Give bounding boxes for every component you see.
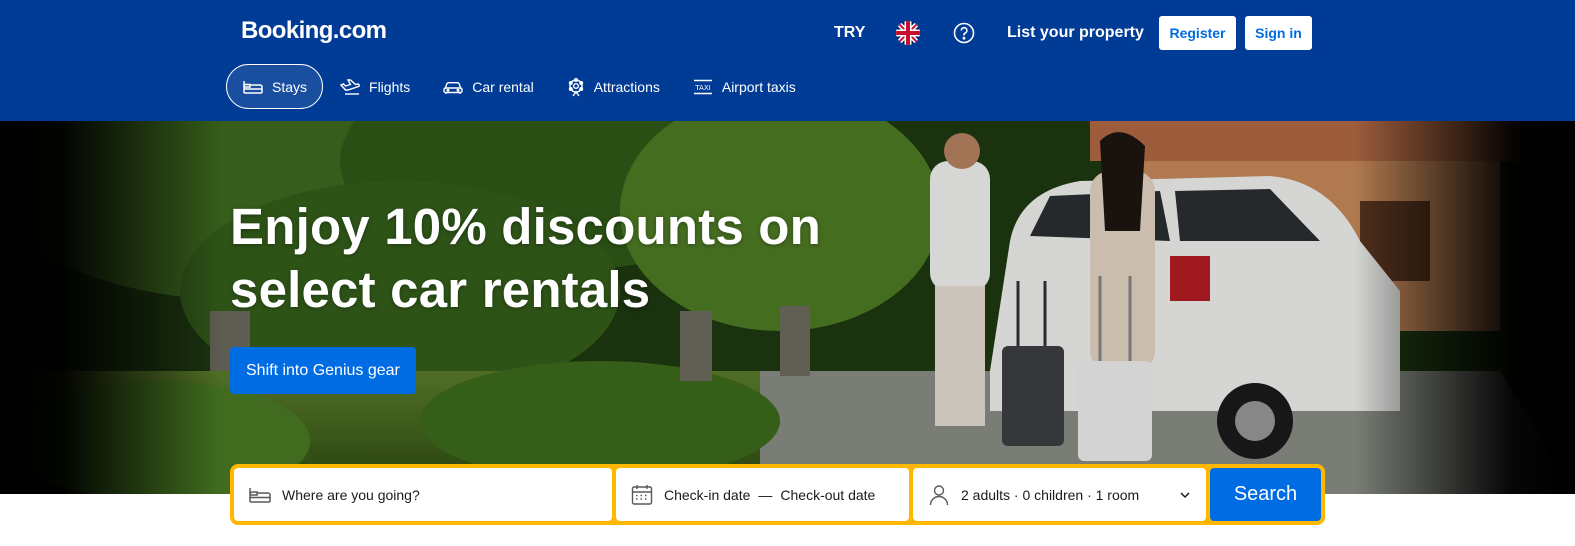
check-in-date: Check-in date	[664, 486, 751, 503]
plane-icon	[339, 78, 360, 95]
attractions-icon	[568, 77, 583, 96]
search-button[interactable]: Search	[1210, 468, 1321, 521]
tab-flights[interactable]: Flights	[323, 64, 426, 109]
calendar-icon	[631, 484, 653, 505]
check-out-date: Check-out date	[780, 486, 876, 503]
date-picker-field[interactable]: Check-in date — Check-out date	[616, 468, 909, 521]
uk-flag-icon[interactable]	[896, 21, 920, 45]
tab-attractions[interactable]: Attractions	[550, 64, 676, 109]
bed-icon	[249, 487, 271, 503]
tab-label: Attractions	[593, 78, 660, 95]
tab-label: Flights	[369, 78, 411, 95]
top-header: Booking.com TRY List your property Regis…	[0, 0, 1575, 121]
search-bar: Where are you going? Check-in date — Che…	[230, 464, 1325, 525]
tab-label: Car rental	[472, 78, 534, 95]
occupancy-selector[interactable]: 2 adults · 0 children · 1 room	[913, 468, 1206, 521]
taxi-icon: TAXI	[693, 79, 712, 94]
car-icon	[443, 81, 463, 94]
sign-in-button[interactable]: Sign in	[1244, 15, 1313, 51]
product-nav: Stays Flights Car rental Attractions TAX…	[226, 64, 812, 109]
tab-car-rental[interactable]: Car rental	[426, 64, 549, 109]
occupancy-summary: 2 adults · 0 children · 1 room	[961, 486, 1140, 503]
chevron-down-icon	[1180, 492, 1190, 499]
currency-selector[interactable]: TRY	[834, 24, 865, 42]
hero-headline: Enjoy 10% discounts on select car rental…	[230, 198, 821, 318]
bed-icon	[243, 80, 263, 94]
tab-stays[interactable]: Stays	[226, 64, 324, 109]
tab-airport-taxis[interactable]: TAXI Airport taxis	[676, 64, 812, 109]
hero-banner: Enjoy 10% discounts on select car rental…	[0, 121, 1575, 494]
tab-label: Airport taxis	[721, 78, 796, 95]
register-button[interactable]: Register	[1158, 15, 1237, 51]
help-icon[interactable]	[952, 21, 976, 45]
genius-cta-button[interactable]: Shift into Genius gear	[230, 347, 416, 394]
destination-input[interactable]: Where are you going?	[234, 468, 612, 521]
destination-placeholder: Where are you going?	[282, 486, 420, 503]
booking-logo[interactable]: Booking.com	[241, 17, 387, 45]
svg-text:TAXI: TAXI	[694, 84, 710, 92]
person-icon	[929, 484, 949, 505]
list-your-property-link[interactable]: List your property	[1007, 24, 1144, 42]
tab-label: Stays	[272, 78, 308, 95]
date-separator: —	[758, 486, 773, 503]
